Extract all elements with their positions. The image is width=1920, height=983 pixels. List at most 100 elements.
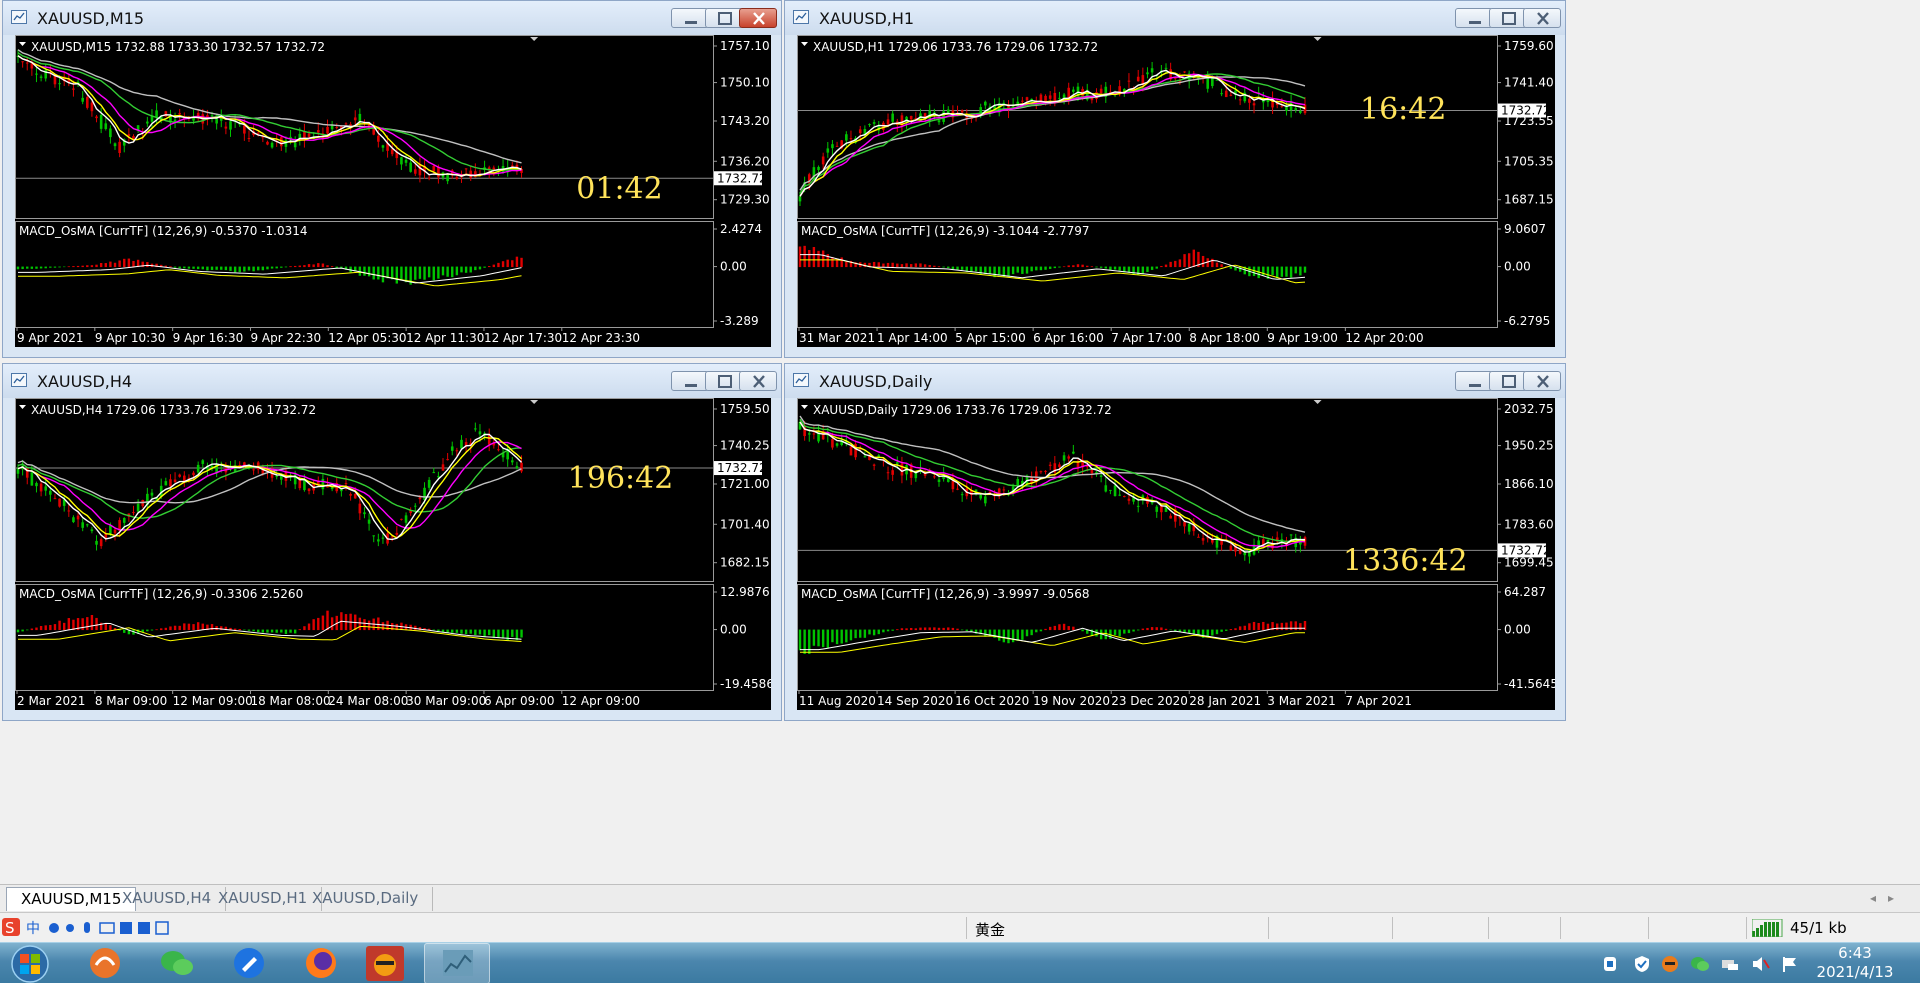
tray-shield-icon[interactable]: [1600, 954, 1620, 974]
time-axis-label: 28 Jan 2021: [1189, 694, 1261, 708]
macd-axis-label: 0.00: [1504, 623, 1531, 637]
chart-canvas[interactable]: XAUUSD,Daily 1729.06 1733.76 1729.06 173…: [797, 398, 1555, 710]
macd-label: MACD_OsMA [CurrTF] (12,26,9) -0.5370 -1.…: [19, 224, 308, 238]
taskbar-app-5[interactable]: [352, 943, 418, 983]
close-button[interactable]: [1523, 371, 1561, 391]
tab-xauusd-daily[interactable]: XAUUSD,Daily: [298, 887, 434, 911]
ma-green-line: [799, 73, 1306, 194]
network-bars-icon: [1752, 919, 1783, 937]
price-axis-label: 1701.40: [720, 517, 770, 531]
window-title-bar[interactable]: XAUUSD,M15: [3, 1, 781, 35]
taskbar-clock[interactable]: 6:43 2021/4/13: [1810, 944, 1900, 982]
mt4-terminal: XAUUSD,M15 XAUUSD,M15 1732.88 1733.30 173…: [0, 0, 1920, 983]
candlestick-series: [798, 61, 1307, 207]
close-button[interactable]: [1523, 8, 1561, 28]
close-icon: [1537, 375, 1549, 388]
chart-shift-marker-icon: [1313, 37, 1322, 41]
price-axis-label: 1757.10: [720, 39, 770, 53]
chart-info-text: XAUUSD,Daily 1729.06 1733.76 1729.06 173…: [813, 403, 1112, 417]
time-axis-label: 12 Apr 17:30: [484, 331, 562, 345]
time-axis-label: 9 Apr 19:00: [1267, 331, 1338, 345]
time-axis-label: 9 Apr 2021: [17, 331, 84, 345]
taskbar-app-3[interactable]: [216, 943, 282, 983]
tray-app-icon[interactable]: [1660, 954, 1680, 974]
maximize-button[interactable]: [705, 371, 743, 391]
time-axis-label: 8 Mar 09:00: [95, 694, 167, 708]
maximize-button[interactable]: [705, 8, 743, 28]
wechat-icon[interactable]: [144, 943, 210, 983]
price-axis-label: 1866.10: [1504, 477, 1554, 491]
chart-window-h1[interactable]: XAUUSD,H1 XAUUSD,H1 1729.06 1733.76 1729.…: [784, 0, 1566, 358]
macd-label: MACD_OsMA [CurrTF] (12,26,9) -0.3306 2.5…: [19, 587, 303, 601]
chart-window-h4[interactable]: XAUUSD,H4 XAUUSD,H4 1729.06 1733.76 1729.…: [2, 363, 782, 721]
chart-shift-marker-icon: [530, 400, 539, 404]
price-axis-label: 1743.20: [720, 114, 770, 128]
minimize-button[interactable]: [671, 8, 709, 28]
time-axis-label: 12 Apr 05:30: [328, 331, 406, 345]
macd-signal-line: [800, 632, 1305, 653]
ma-yellow-line: [17, 436, 522, 539]
ma-gray-line: [799, 76, 1306, 191]
time-axis-label: 12 Apr 11:30: [406, 331, 484, 345]
tray-wechat-icon[interactable]: [1690, 954, 1710, 974]
chart-window-icon: [11, 373, 27, 387]
maximize-button[interactable]: [1489, 371, 1527, 391]
firefox-icon[interactable]: [288, 943, 354, 983]
time-axis-label: 12 Mar 09:00: [173, 694, 253, 708]
time-axis-label: 30 Mar 09:00: [406, 694, 486, 708]
tray-security-icon[interactable]: [1632, 954, 1652, 974]
svg-text:中: 中: [26, 921, 40, 937]
chart-canvas[interactable]: XAUUSD,H4 1729.06 1733.76 1729.06 1732.7…: [15, 398, 771, 710]
bar-countdown-timer: 16:42: [1360, 92, 1446, 127]
current-price-label: 1732.72: [717, 171, 767, 185]
clock-date: 2021/4/13: [1816, 963, 1894, 981]
macd-label: MACD_OsMA [CurrTF] (12,26,9) -3.1044 -2.…: [801, 224, 1090, 238]
price-axis-label: 1729.30: [720, 193, 770, 207]
ma-green-line: [17, 52, 522, 172]
mt4-terminal-taskbar-icon[interactable]: [424, 943, 490, 983]
ma-yellow-line: [17, 55, 522, 177]
tray-volume-icon[interactable]: [1750, 954, 1770, 974]
minimize-button[interactable]: [671, 371, 709, 391]
time-axis-label: 23 Dec 2020: [1111, 694, 1188, 708]
start-orb-icon[interactable]: [6, 944, 54, 983]
minimize-button[interactable]: [1455, 8, 1493, 28]
window-title-bar[interactable]: XAUUSD,Daily: [785, 364, 1565, 398]
tray-network-icon[interactable]: [1720, 954, 1740, 974]
window-title-bar[interactable]: XAUUSD,H1: [785, 1, 1565, 35]
time-axis-label: 8 Apr 18:00: [1189, 331, 1260, 345]
time-axis-label: 6 Apr 16:00: [1033, 331, 1104, 345]
price-axis-label: 1687.15: [1504, 193, 1554, 207]
clock-time: 6:43: [1838, 944, 1872, 962]
ma-white-line: [799, 69, 1306, 197]
chart-window-daily[interactable]: XAUUSD,Daily XAUUSD,Daily 1729.06 1733.76…: [784, 363, 1566, 721]
tab-scroll-arrows[interactable]: ◂▸: [1870, 891, 1906, 905]
chart-canvas[interactable]: XAUUSD,H1 1729.06 1733.76 1729.06 1732.7…: [797, 35, 1555, 347]
macd-axis-label: 9.0607: [1504, 222, 1546, 236]
tray-flag-icon[interactable]: [1780, 954, 1800, 974]
macd-axis-label: -6.2795: [1504, 314, 1550, 328]
macd-axis-label: -41.5645: [1504, 677, 1555, 691]
time-axis-label: 5 Apr 15:00: [955, 331, 1026, 345]
price-axis-label: 1740.25: [720, 439, 770, 453]
chart-window-m15[interactable]: XAUUSD,M15 XAUUSD,M15 1732.88 1733.30 173…: [2, 0, 782, 358]
price-axis-label: 1759.50: [720, 402, 770, 416]
ma-gray-line: [799, 415, 1306, 533]
ma-magenta-line: [17, 55, 522, 176]
time-axis-label: 7 Apr 2021: [1345, 694, 1412, 708]
maximize-button[interactable]: [1489, 8, 1527, 28]
chart-info-text: XAUUSD,H4 1729.06 1733.76 1729.06 1732.7…: [31, 403, 316, 417]
window-title-bar[interactable]: XAUUSD,H4: [3, 364, 781, 398]
chart-canvas[interactable]: XAUUSD,M15 1732.88 1733.30 1732.57 1732.…: [15, 35, 771, 347]
ime-toolbar-icon[interactable]: S 中: [0, 916, 175, 940]
windows-taskbar: 6:43 2021/4/13: [0, 942, 1920, 983]
close-button[interactable]: [739, 371, 777, 391]
price-axis-label: 1741.40: [1504, 76, 1554, 90]
time-axis-label: 31 Mar 2021: [799, 331, 875, 345]
ma-white-line: [17, 433, 523, 541]
taskbar-app-1[interactable]: [72, 943, 138, 983]
close-button[interactable]: [739, 8, 777, 28]
minimize-button[interactable]: [1455, 371, 1493, 391]
macd-axis-label: 12.9876: [720, 585, 770, 599]
macd-axis-label: -19.4586: [720, 677, 771, 691]
